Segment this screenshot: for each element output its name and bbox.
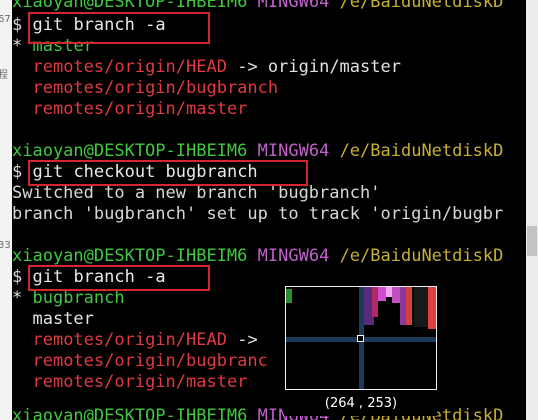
tracking-output: branch 'bugbranch' set up to track 'orig… [12, 204, 504, 224]
output-line: Switched to a new branch 'bugbranch' [12, 183, 380, 204]
remote-branch: remotes/origin/HEAD [32, 57, 227, 77]
magnified-pixels [378, 287, 386, 301]
branch-line: remotes/origin/bugbranch [12, 78, 278, 99]
prompt-system: MINGW64 [257, 141, 330, 161]
remote-branch: remotes/origin/HEAD [32, 330, 227, 350]
current-branch: bugbranch [32, 288, 125, 308]
magnified-pixels [286, 289, 292, 303]
prompt-system: MINGW64 [257, 0, 330, 12]
prompt-path: /e/BaiduNetdiskD [339, 141, 504, 161]
background-fragment: 67 [0, 14, 11, 25]
scrollbar-thumb[interactable] [527, 226, 537, 256]
branch-line: * bugbranch [12, 288, 125, 309]
remote-branch: remotes/origin/master [32, 372, 248, 392]
branch-line: remotes/origin/bugbranc [12, 351, 268, 372]
remote-head-target: -> origin/master [237, 57, 401, 77]
zoom-magnifier [285, 286, 437, 390]
prompt-user-host: xiaoyan@DESKTOP-IHBEIM6 [12, 0, 248, 12]
prompt-line: xiaoyan@DESKTOP-IHBEIM6 MINGW64 /e/Baidu… [12, 0, 503, 13]
magnified-pixels [392, 287, 400, 303]
background-fragment: 33 [0, 240, 11, 251]
magnified-pixels [406, 287, 412, 325]
magnified-pixels [414, 287, 428, 327]
command-text: git branch -a [32, 15, 166, 35]
current-branch: master [32, 36, 94, 56]
vertical-scrollbar[interactable] [526, 0, 538, 420]
branch-line: remotes/origin/HEAD -> [12, 330, 258, 351]
command-text: git branch -a [32, 267, 166, 287]
prompt-user-host: xiaoyan@DESKTOP-IHBEIM6 [12, 141, 248, 161]
dollar-prompt: $ [12, 15, 23, 35]
branch-line: remotes/origin/master [12, 99, 247, 120]
prompt-line: xiaoyan@DESKTOP-IHBEIM6 MINGW64 /e/Baidu… [12, 141, 503, 162]
remote-head-target: -> [237, 330, 258, 350]
remote-branch: remotes/origin/bugbranch [32, 78, 279, 98]
command-text: git checkout bugbranch [32, 162, 258, 182]
checkout-output: Switched to a new branch 'bugbranch' [12, 183, 381, 203]
prompt-user-host: xiaoyan@DESKTOP-IHBEIM6 [12, 246, 248, 266]
current-branch-star: * [12, 36, 23, 56]
remote-branch: remotes/origin/master [32, 99, 248, 119]
command-line: $ git checkout bugbranch [12, 162, 258, 183]
output-line: branch 'bugbranch' set up to track 'orig… [12, 204, 503, 225]
current-branch-star: * [12, 288, 23, 308]
cursor-coordinates: (264 , 253) [285, 392, 437, 416]
prompt-system: MINGW64 [257, 246, 330, 266]
local-branch: master [32, 309, 94, 329]
branch-line: remotes/origin/master [12, 372, 247, 393]
prompt-user-host: xiaoyan@DESKTOP-IHBEIM6 [12, 406, 248, 420]
background-window-edge: 67 程 33 [0, 0, 12, 420]
command-line: $ git branch -a [12, 267, 166, 288]
prompt-line: xiaoyan@DESKTOP-IHBEIM6 MINGW64 /e/Baidu… [12, 246, 503, 267]
command-line: $ git branch -a [12, 15, 166, 36]
remote-branch: remotes/origin/bugbranc [32, 351, 268, 371]
branch-line: remotes/origin/HEAD -> origin/master [12, 57, 401, 78]
terminal-window[interactable]: xiaoyan@DESKTOP-IHBEIM6 MINGW64 /e/Baidu… [12, 0, 526, 420]
dollar-prompt: $ [12, 162, 23, 182]
dollar-prompt: $ [12, 267, 23, 287]
magnified-pixels [428, 287, 436, 329]
prompt-path: /e/BaiduNetdiskD [339, 0, 504, 12]
prompt-path: /e/BaiduNetdiskD [339, 246, 504, 266]
branch-line: * master [12, 36, 94, 57]
magnifier-center-pixel [357, 335, 364, 342]
branch-line: master [12, 309, 94, 330]
background-fragment: 程 [0, 70, 8, 81]
